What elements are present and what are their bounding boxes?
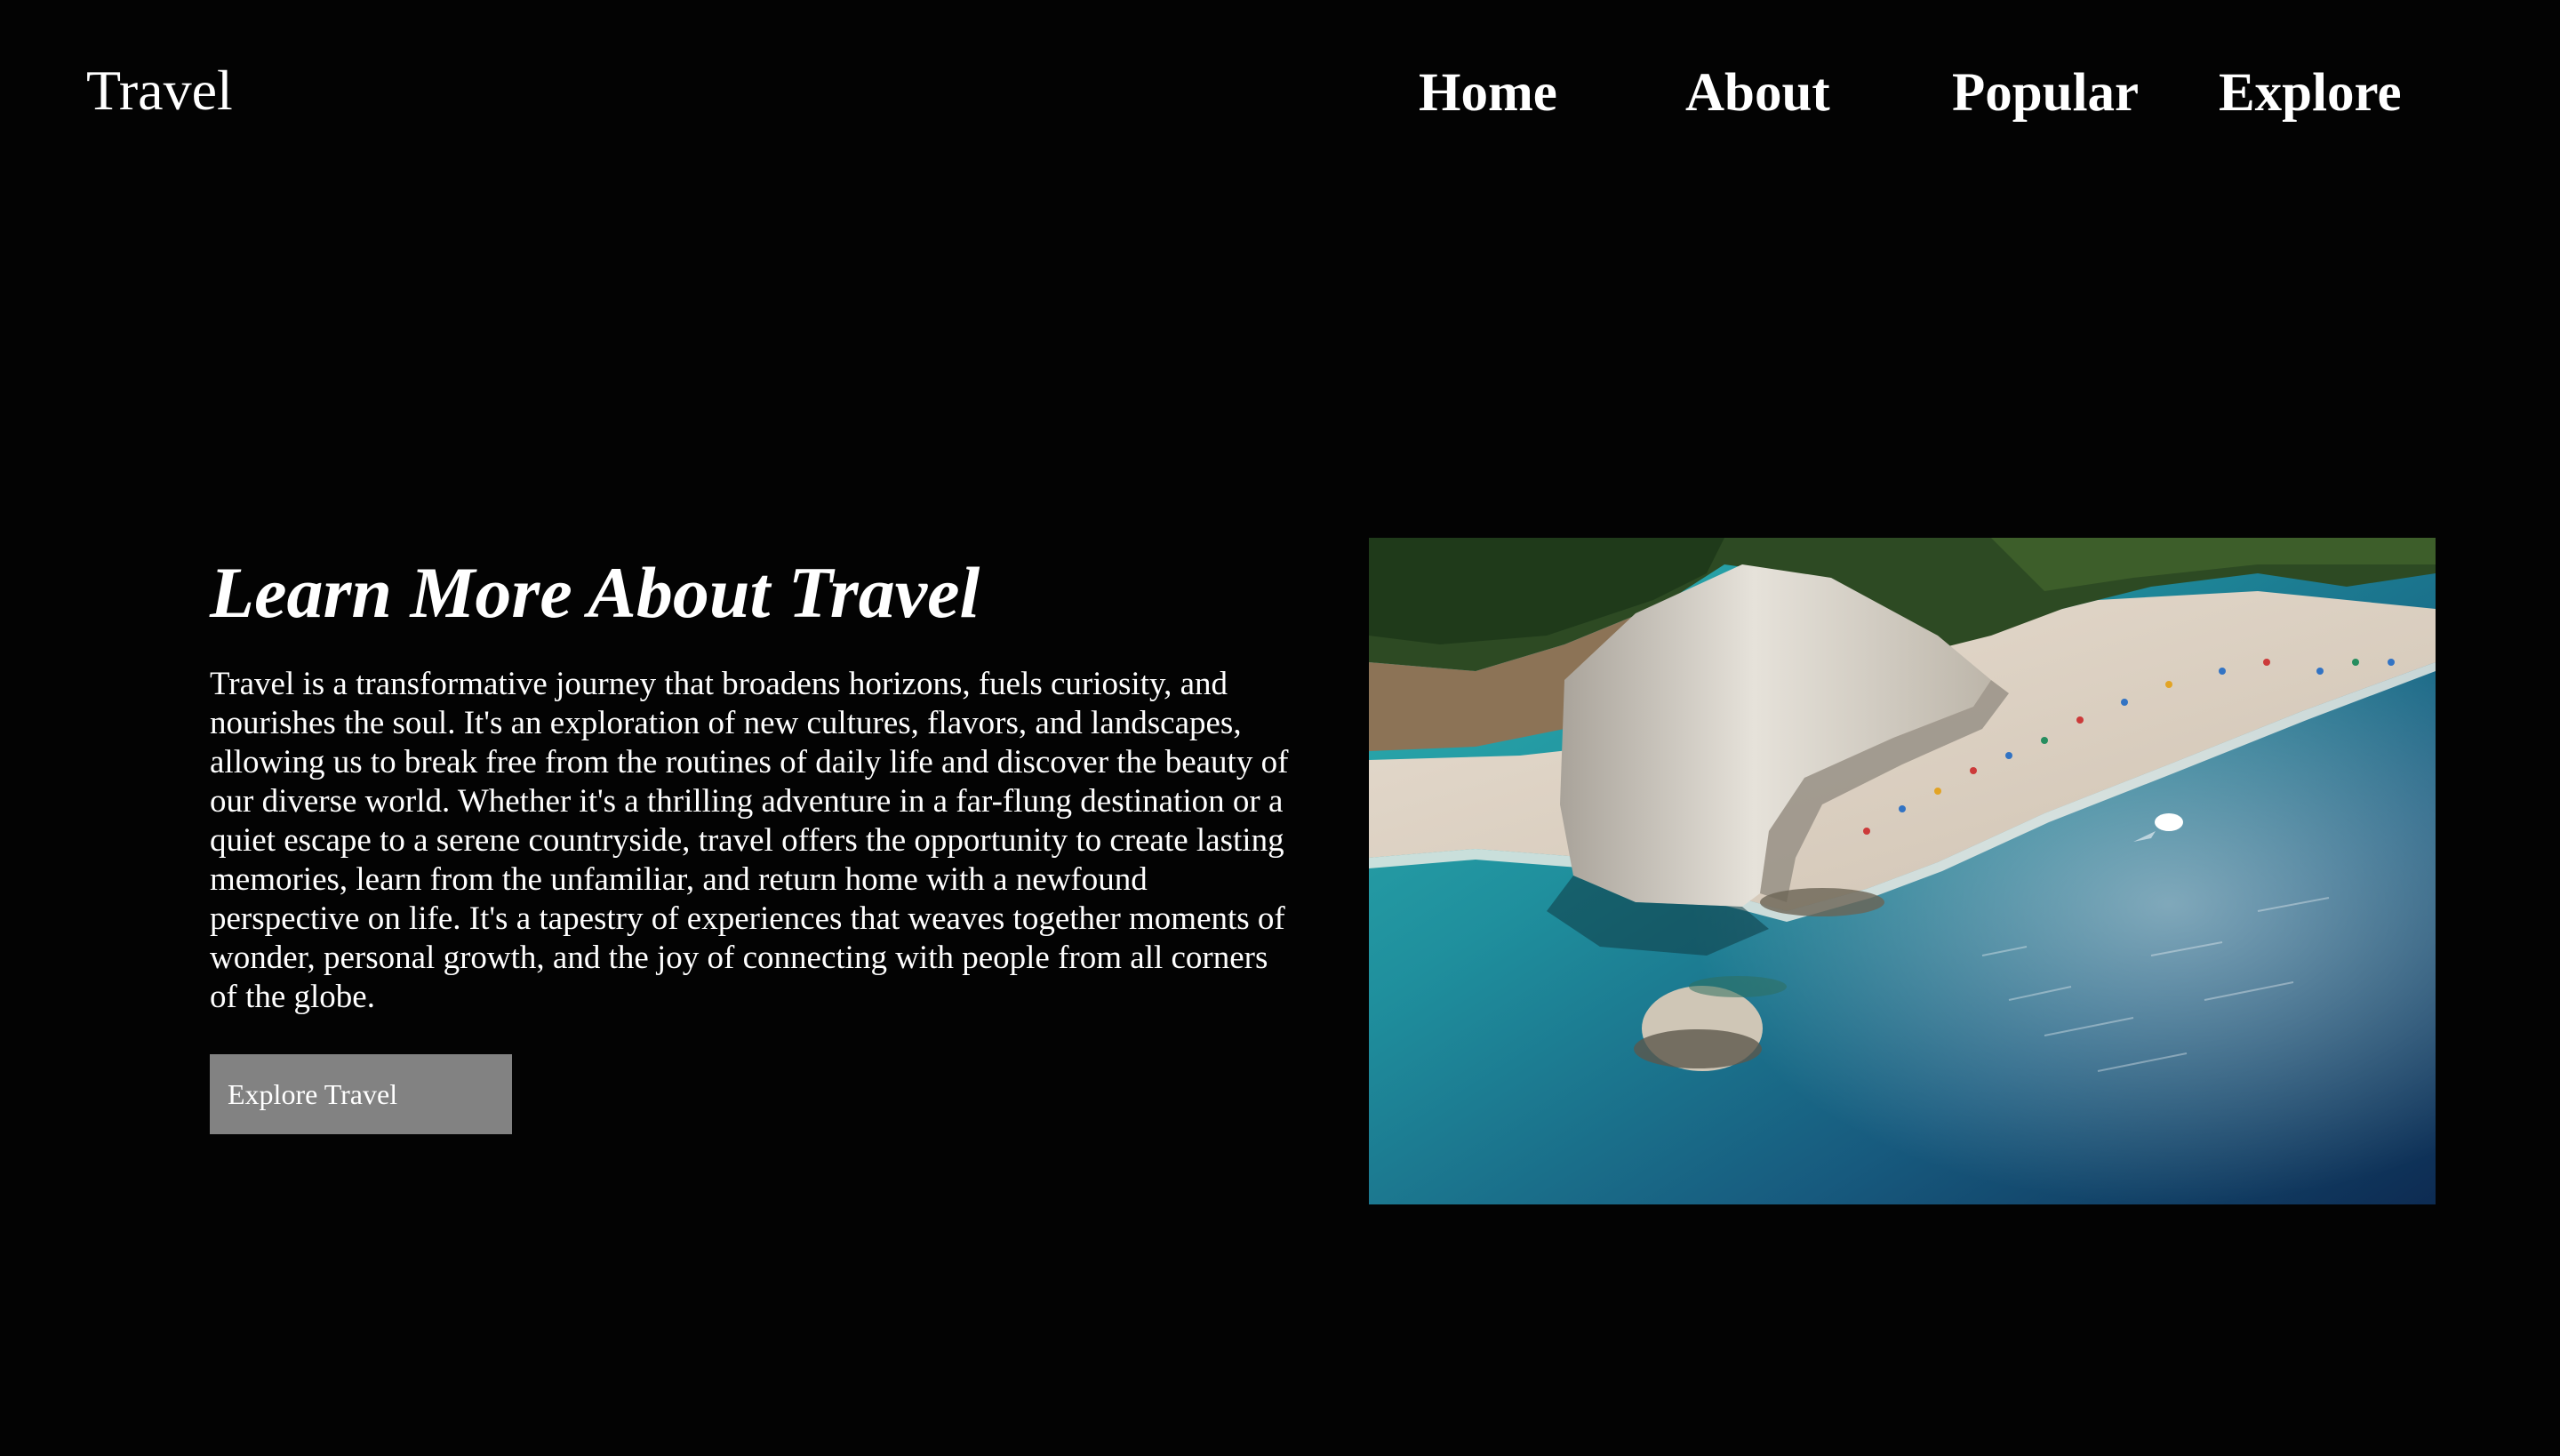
hero-beach-image	[1369, 538, 2436, 1204]
nav-popular-link[interactable]: Popular	[1952, 66, 2139, 120]
nav-home-link[interactable]: Home	[1419, 66, 1557, 120]
beach-illustration	[1369, 538, 2436, 1204]
hero-text-block: Learn More About Travel Travel is a tran…	[210, 556, 1294, 1134]
hero-title: Learn More About Travel	[210, 552, 980, 633]
nav-about-link[interactable]: About	[1685, 66, 1830, 120]
brand-logo[interactable]: Travel	[86, 62, 233, 119]
hero-description: Travel is a transformative journey that …	[210, 666, 1289, 1015]
explore-travel-button[interactable]: Explore Travel	[210, 1054, 512, 1134]
site-header: Travel Home About Popular Explore	[0, 0, 2560, 196]
nav-explore-link[interactable]: Explore	[2219, 66, 2402, 120]
